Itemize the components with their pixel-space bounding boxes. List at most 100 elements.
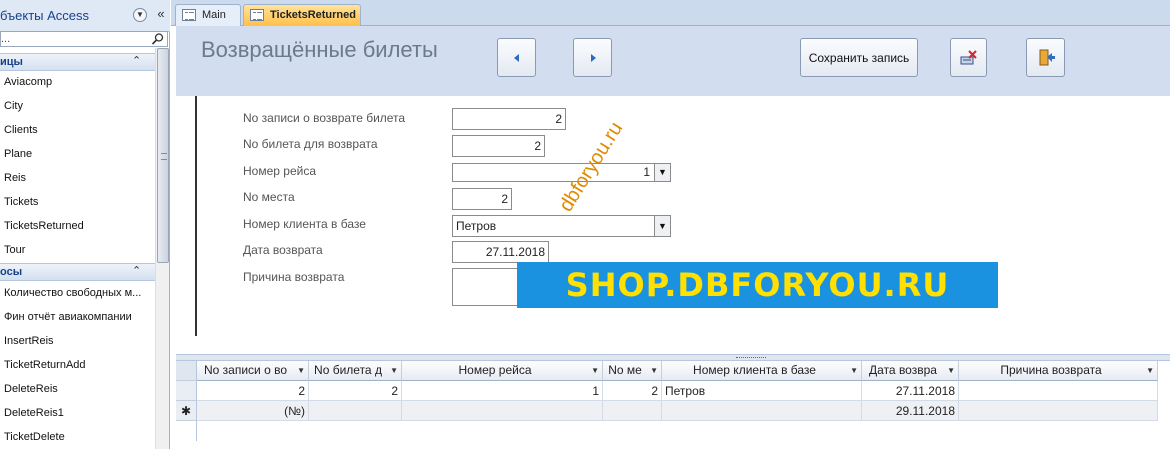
form-icon (250, 9, 264, 21)
nav-item-city[interactable]: City (4, 96, 154, 116)
column-header[interactable]: No записи о во ▼ (197, 361, 309, 381)
cell[interactable] (662, 401, 862, 421)
tab-ticketsreturned[interactable]: TicketsReturned (243, 4, 361, 26)
nav-item-ticketreturnadd[interactable]: TicketReturnAdd (4, 355, 154, 375)
column-header[interactable]: No билета д ▼ (309, 361, 402, 381)
nav-group-label: осы (0, 266, 23, 278)
watermark-banner: SHOP.DBFORYOU.RU (517, 262, 998, 308)
column-header-label: No ме (608, 363, 642, 377)
nav-scrollbar[interactable] (155, 48, 169, 449)
sort-filter-icon[interactable]: ▼ (1146, 361, 1154, 380)
client-value: Петров (456, 219, 497, 233)
field-client-combo[interactable]: Петров ▼ (452, 215, 671, 237)
exit-door-icon (1039, 49, 1055, 65)
document-tabs: Main TicketsReturned (171, 0, 1170, 26)
field-return-record-no[interactable]: 2 (452, 108, 566, 130)
select-all-corner[interactable] (176, 361, 197, 381)
sort-filter-icon[interactable]: ▼ (650, 361, 658, 380)
nav-item-deletereis[interactable]: DeleteReis (4, 379, 154, 399)
cell[interactable]: 2 (309, 381, 402, 401)
cell[interactable] (959, 381, 1158, 401)
sort-filter-icon[interactable]: ▼ (297, 361, 305, 380)
nav-item-tickets[interactable]: Tickets (4, 192, 154, 212)
cell[interactable] (309, 401, 402, 421)
column-header[interactable]: Номер рейса ▼ (402, 361, 603, 381)
nav-item-clients[interactable]: Clients (4, 120, 154, 140)
nav-title: бъекты Access (0, 8, 90, 23)
search-icon[interactable] (151, 32, 165, 46)
form-splitter[interactable] (176, 354, 1170, 361)
new-record-marker-icon[interactable]: ✱ (176, 401, 197, 421)
previous-record-button[interactable] (497, 38, 536, 77)
nav-group-queries[interactable]: осы ⌃ (0, 263, 155, 281)
chevron-up-icon[interactable]: ⌃ (132, 54, 141, 67)
nav-item-aviacomp[interactable]: Aviacomp (4, 72, 154, 92)
datasheet: No записи о во ▼ No билета д ▼ Номер рейса… (176, 361, 1170, 449)
cell[interactable]: (№) (197, 401, 309, 421)
nav-item-ticketsreturned[interactable]: TicketsReturned (4, 216, 154, 236)
cell[interactable]: 2 (603, 381, 662, 401)
nav-search-placeholder: ... (1, 33, 11, 45)
cell[interactable]: 1 (402, 381, 603, 401)
column-header-label: Дата возвра (869, 363, 937, 377)
tab-ticketsreturned-label: TicketsReturned (270, 9, 356, 21)
nav-item-query-fin-report[interactable]: Фин отчёт авиакомпании (4, 307, 154, 327)
splitter-grip-icon (736, 357, 766, 359)
navigation-pane: бъекты Access ▼ « ... ицы ⌃ Aviacomp Cit… (0, 0, 170, 449)
field-ticket-no[interactable]: 2 (452, 135, 545, 157)
cell[interactable]: 27.11.2018 (862, 381, 959, 401)
exit-form-button[interactable] (1026, 38, 1065, 77)
form-icon (182, 9, 196, 21)
nav-collapse-icon[interactable]: « (154, 6, 168, 22)
sort-filter-icon[interactable]: ▼ (591, 361, 599, 380)
cell[interactable]: 2 (197, 381, 309, 401)
nav-group-tables[interactable]: ицы ⌃ (0, 53, 155, 71)
nav-item-tour[interactable]: Tour (4, 240, 154, 260)
field-return-date[interactable]: 27.11.2018 (452, 241, 549, 263)
form-title: Возвращённые билеты (201, 37, 438, 62)
sort-filter-icon[interactable]: ▼ (390, 361, 398, 380)
chevron-up-icon[interactable]: ⌃ (132, 264, 141, 277)
form-header: Возвращённые билеты Сохранить запись (176, 26, 1170, 96)
label-ticket-no: No билета для возврата (243, 137, 378, 151)
arrow-right-icon (590, 53, 596, 62)
nav-item-ticketdelete[interactable]: TicketDelete (4, 427, 154, 447)
field-flight-no-combo[interactable]: 1 ▼ (452, 163, 671, 182)
cell[interactable] (402, 401, 603, 421)
column-header[interactable]: Причина возврата ▼ (959, 361, 1158, 381)
nav-menu-dropdown-icon[interactable]: ▼ (133, 8, 147, 22)
cell[interactable]: Петров (662, 381, 862, 401)
row-selector[interactable] (176, 381, 197, 401)
label-client: Номер клиента в базе (243, 217, 366, 231)
cell[interactable]: 29.11.2018 (862, 401, 959, 421)
next-record-button[interactable] (573, 38, 612, 77)
nav-item-reis[interactable]: Reis (4, 168, 154, 188)
column-header-label: Номер клиента в базе (693, 363, 816, 377)
nav-scrollbar-thumb[interactable] (157, 48, 169, 263)
delete-record-button[interactable] (950, 38, 987, 77)
field-seat-no[interactable]: 2 (452, 188, 512, 210)
column-header-label: No записи о во (203, 363, 287, 377)
cell[interactable] (959, 401, 1158, 421)
sort-filter-icon[interactable]: ▼ (850, 361, 858, 380)
nav-item-insertreis[interactable]: InsertReis (4, 331, 154, 351)
nav-item-query-free-seats[interactable]: Количество свободных м... (4, 283, 154, 303)
dropdown-arrow-icon[interactable]: ▼ (654, 216, 670, 236)
nav-group-label: ицы (0, 56, 23, 68)
nav-item-plane[interactable]: Plane (4, 144, 154, 164)
column-header[interactable]: Дата возвра ▼ (862, 361, 959, 381)
column-header[interactable]: Номер клиента в базе ▼ (662, 361, 862, 381)
cell[interactable] (603, 401, 662, 421)
tab-main[interactable]: Main (175, 4, 241, 26)
nav-item-deletereis1[interactable]: DeleteReis1 (4, 403, 154, 423)
column-header-label: Причина возврата (1000, 363, 1102, 377)
column-header[interactable]: No ме ▼ (603, 361, 662, 381)
save-record-button[interactable]: Сохранить запись (800, 38, 918, 77)
column-header-label: No билета д (314, 363, 382, 377)
nav-search-input[interactable]: ... (0, 31, 168, 47)
sort-filter-icon[interactable]: ▼ (947, 361, 955, 380)
access-window: бъекты Access ▼ « ... ицы ⌃ Aviacomp Cit… (0, 0, 1170, 449)
nav-header: бъекты Access ▼ « (0, 0, 170, 32)
row-selector (176, 421, 197, 441)
dropdown-arrow-icon[interactable]: ▼ (654, 164, 670, 181)
